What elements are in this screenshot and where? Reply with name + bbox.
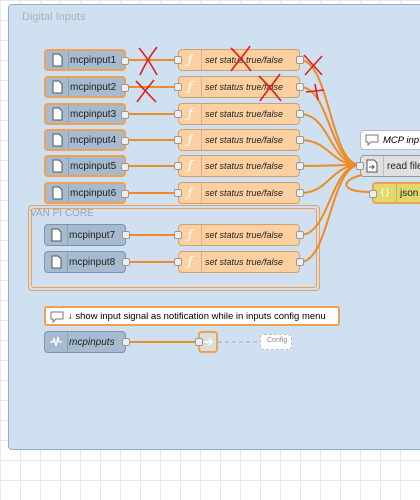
function-icon: ƒ (179, 156, 202, 176)
config-link-node[interactable]: Config (260, 334, 292, 350)
output-port[interactable] (122, 231, 130, 239)
function-node-8[interactable]: ƒ set status true/false (174, 251, 304, 273)
output-port[interactable] (296, 162, 304, 170)
input-node-8[interactable]: mcpinput8 (44, 251, 130, 273)
input-node-1[interactable]: mcpinput1 (44, 49, 129, 71)
config-link-label: Config (267, 337, 288, 344)
function-node-4[interactable]: ƒ set status true/false (174, 129, 304, 151)
comment-node-mcp-inputs[interactable]: MCP inp (360, 130, 420, 150)
function-node-6[interactable]: ƒ set status true/false (174, 182, 304, 204)
input-node-label: mcpinput7 (69, 229, 116, 241)
comment-node-label: MCP inp (383, 134, 420, 146)
output-port[interactable] (122, 258, 130, 266)
input-port[interactable] (195, 338, 203, 346)
function-node-7[interactable]: ƒ set status true/false (174, 224, 304, 246)
input-node-label: mcpinput1 (70, 54, 117, 66)
link-arrow-icon (204, 338, 214, 346)
input-node-label: mcpinput8 (69, 256, 116, 268)
input-node-6[interactable]: mcpinput6 (44, 182, 129, 204)
function-icon: ƒ (179, 104, 202, 124)
read-file-label: read file (387, 160, 420, 172)
output-port[interactable] (296, 136, 304, 144)
function-node-label: set status true/false (205, 257, 284, 267)
output-port[interactable] (121, 163, 129, 171)
output-port[interactable] (296, 231, 304, 239)
comment-icon (364, 133, 380, 147)
output-port[interactable] (121, 190, 129, 198)
group-label: Digital Inputs (22, 11, 86, 23)
file-in-icon (361, 156, 384, 176)
output-port[interactable] (296, 258, 304, 266)
function-icon: ƒ (179, 225, 202, 245)
red-cross-mark (230, 45, 252, 72)
function-icon: ƒ (179, 50, 202, 70)
function-icon: ƒ (179, 77, 202, 97)
input-node-7[interactable]: mcpinput7 (44, 224, 130, 246)
output-port[interactable] (121, 57, 129, 65)
comment-node-notification[interactable]: ↓ show input signal as notification whil… (44, 306, 340, 326)
function-node-5[interactable]: ƒ set status true/false (174, 155, 304, 177)
output-port[interactable] (121, 84, 129, 92)
output-port[interactable] (296, 83, 304, 91)
json-node-label: json (400, 187, 419, 199)
function-icon: ƒ (179, 183, 202, 203)
mcpinputs-node[interactable]: mcpinputs (44, 331, 130, 353)
input-node-label: mcpinput6 (70, 187, 117, 199)
file-icon (46, 184, 69, 202)
function-node-3[interactable]: ƒ set status true/false (174, 103, 304, 125)
link-out-node[interactable] (195, 331, 218, 353)
function-node-label: set status true/false (205, 230, 284, 240)
input-node-label: mcpinput2 (70, 81, 117, 93)
comment-icon (49, 310, 65, 324)
red-cross-mark (303, 54, 323, 76)
file-icon (46, 51, 69, 69)
mcpinputs-label: mcpinputs (69, 336, 115, 348)
input-node-label: mcpinput3 (70, 108, 117, 120)
input-node-2[interactable]: mcpinput2 (44, 76, 129, 98)
output-port[interactable] (296, 189, 304, 197)
output-port[interactable] (122, 338, 130, 346)
red-cross-mark (138, 46, 158, 76)
function-icon: ƒ (179, 130, 202, 150)
function-icon: ƒ (179, 252, 202, 272)
file-icon (46, 157, 69, 175)
output-port[interactable] (121, 111, 129, 119)
file-icon (46, 78, 69, 96)
output-port[interactable] (296, 110, 304, 118)
file-icon (46, 105, 69, 123)
subgroup-label: VAN PI CORE (30, 208, 94, 219)
file-icon (45, 252, 68, 272)
input-node-label: mcpinput4 (70, 134, 117, 146)
function-node-label: set status true/false (205, 109, 284, 119)
function-node-label: set status true/false (205, 135, 284, 145)
red-cross-mark (135, 79, 157, 103)
subgroup-inner (31, 208, 317, 288)
input-node-5[interactable]: mcpinput5 (44, 155, 129, 177)
file-icon (46, 131, 69, 149)
input-node-4[interactable]: mcpinput4 (44, 129, 129, 151)
read-file-node[interactable]: read file (356, 155, 420, 177)
comment-node-label: ↓ show input signal as notification whil… (68, 310, 326, 322)
input-node-label: mcpinput5 (70, 160, 117, 172)
waveform-icon (45, 332, 68, 352)
json-node[interactable]: {} json (369, 182, 420, 204)
function-node-label: set status true/false (205, 188, 284, 198)
json-icon: {} (374, 184, 397, 202)
red-cross-mark (258, 73, 282, 102)
function-node-label: set status true/false (205, 161, 284, 171)
input-node-3[interactable]: mcpinput3 (44, 103, 129, 125)
output-port[interactable] (121, 137, 129, 145)
file-icon (45, 225, 68, 245)
red-cross-mark (305, 83, 325, 101)
